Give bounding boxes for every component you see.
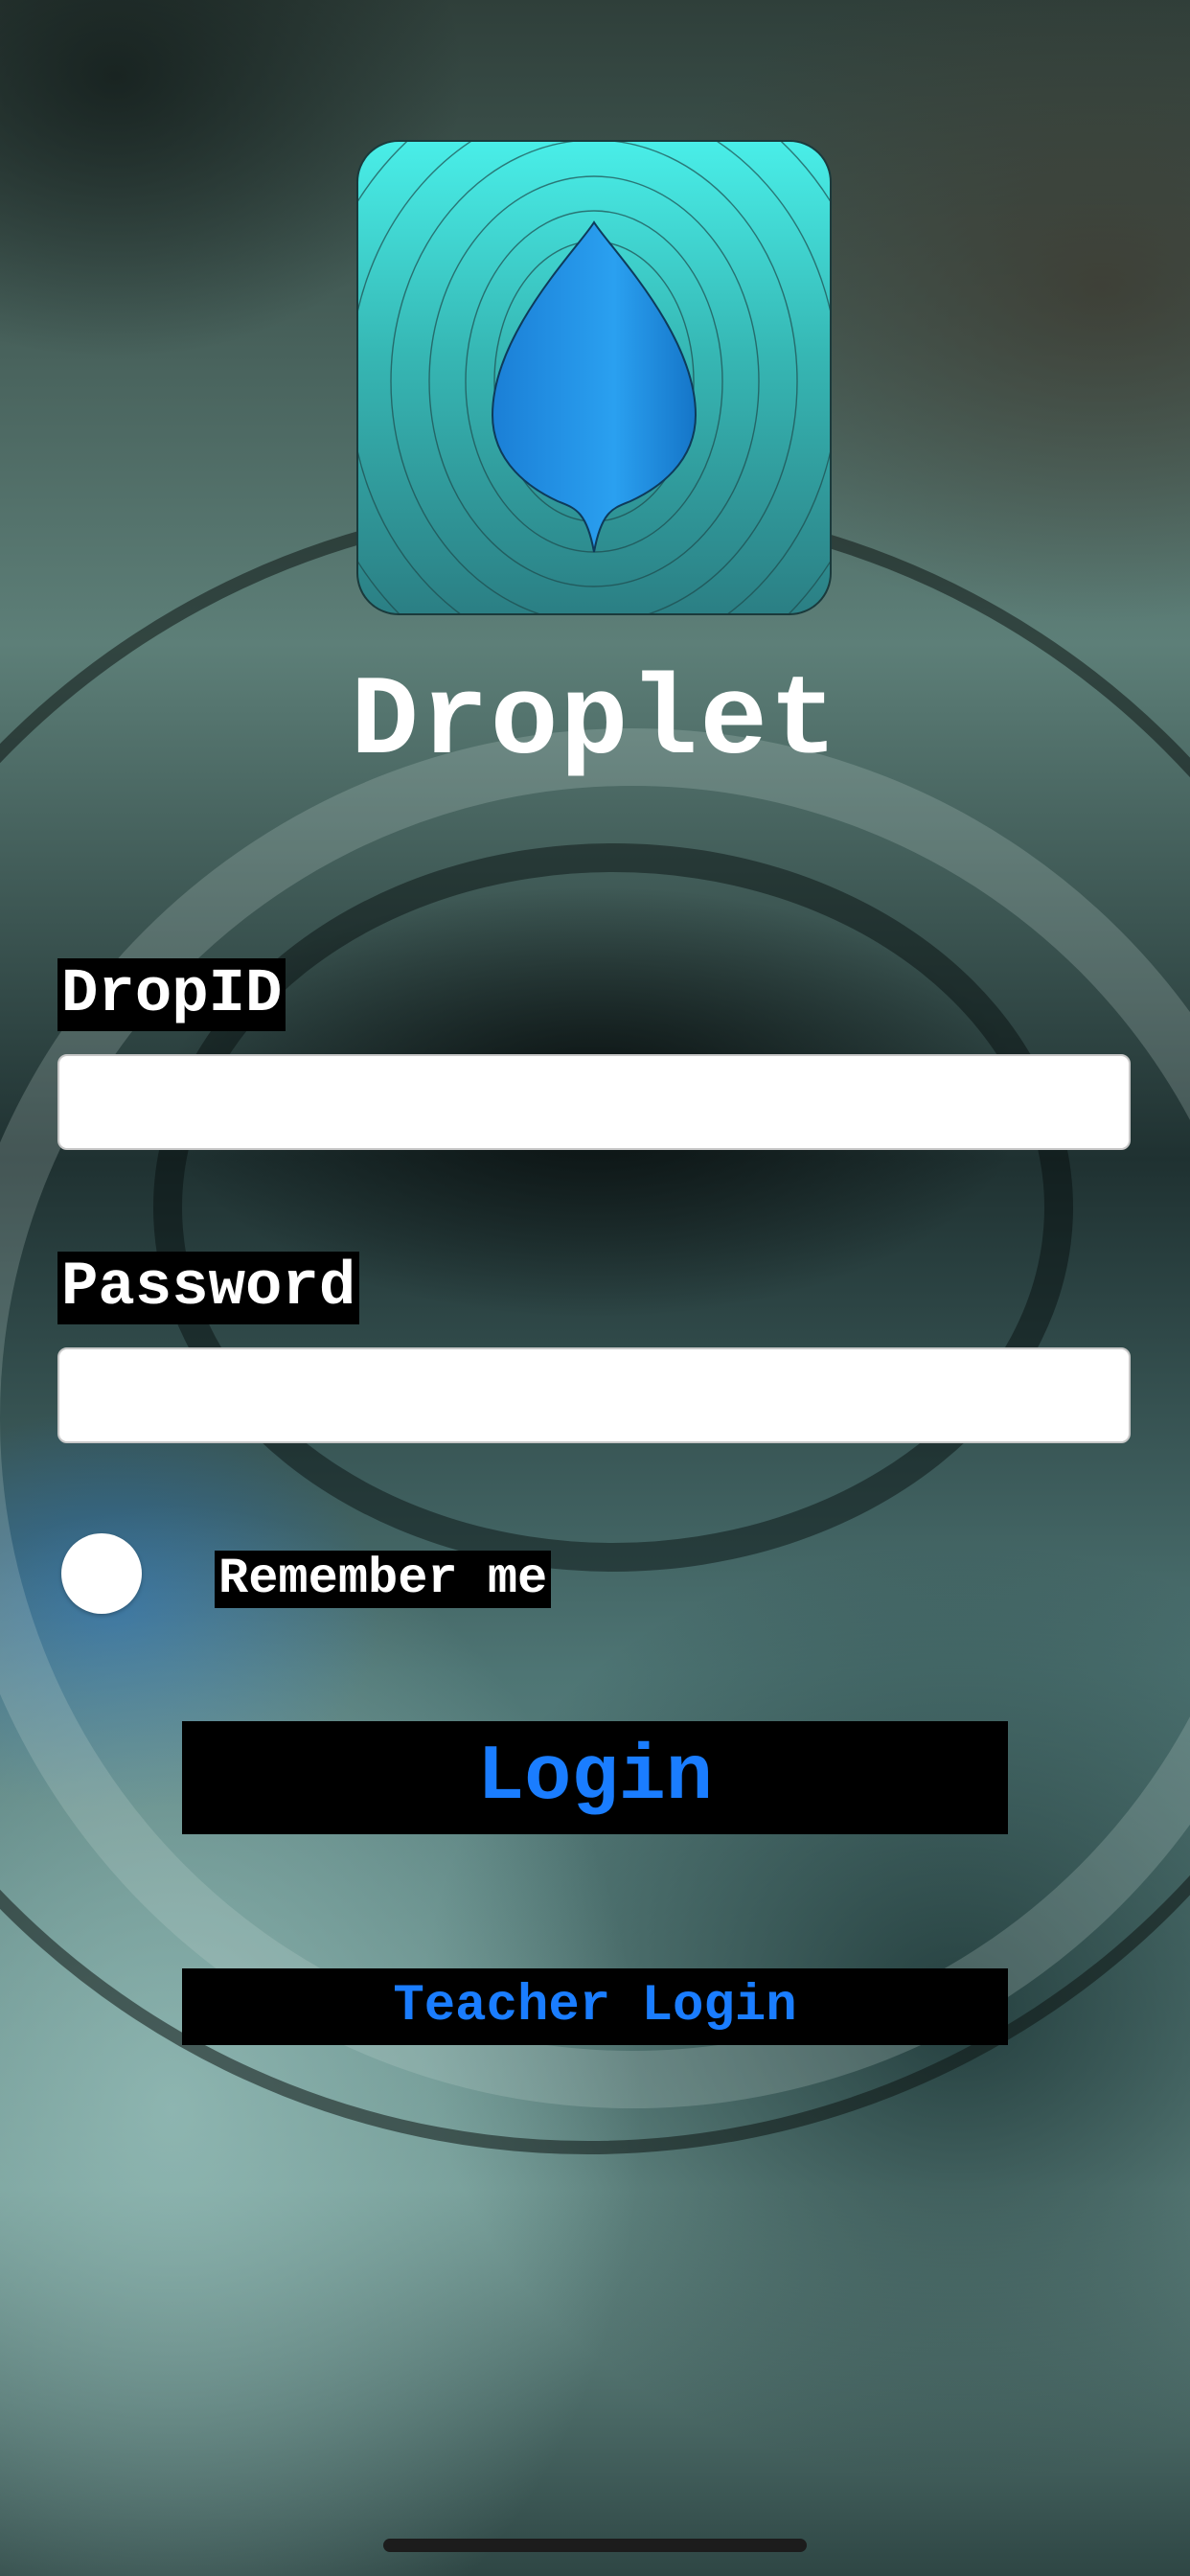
remember-me-radio[interactable]: [61, 1533, 142, 1614]
home-indicator[interactable]: [383, 2539, 807, 2552]
droplet-icon: [358, 142, 830, 613]
teacher-login-button[interactable]: Teacher Login: [182, 1968, 1008, 2045]
background-glass-core: [153, 843, 1073, 1572]
password-field[interactable]: [57, 1347, 1131, 1443]
login-button[interactable]: Login: [182, 1721, 1008, 1834]
droplet-app-icon: [356, 140, 832, 615]
password-label: Password: [57, 1252, 360, 1324]
remember-me-label: Remember me: [215, 1551, 552, 1608]
app-title: Droplet: [351, 659, 839, 787]
dropid-field[interactable]: [57, 1054, 1131, 1150]
dropid-label: DropID: [57, 958, 286, 1031]
